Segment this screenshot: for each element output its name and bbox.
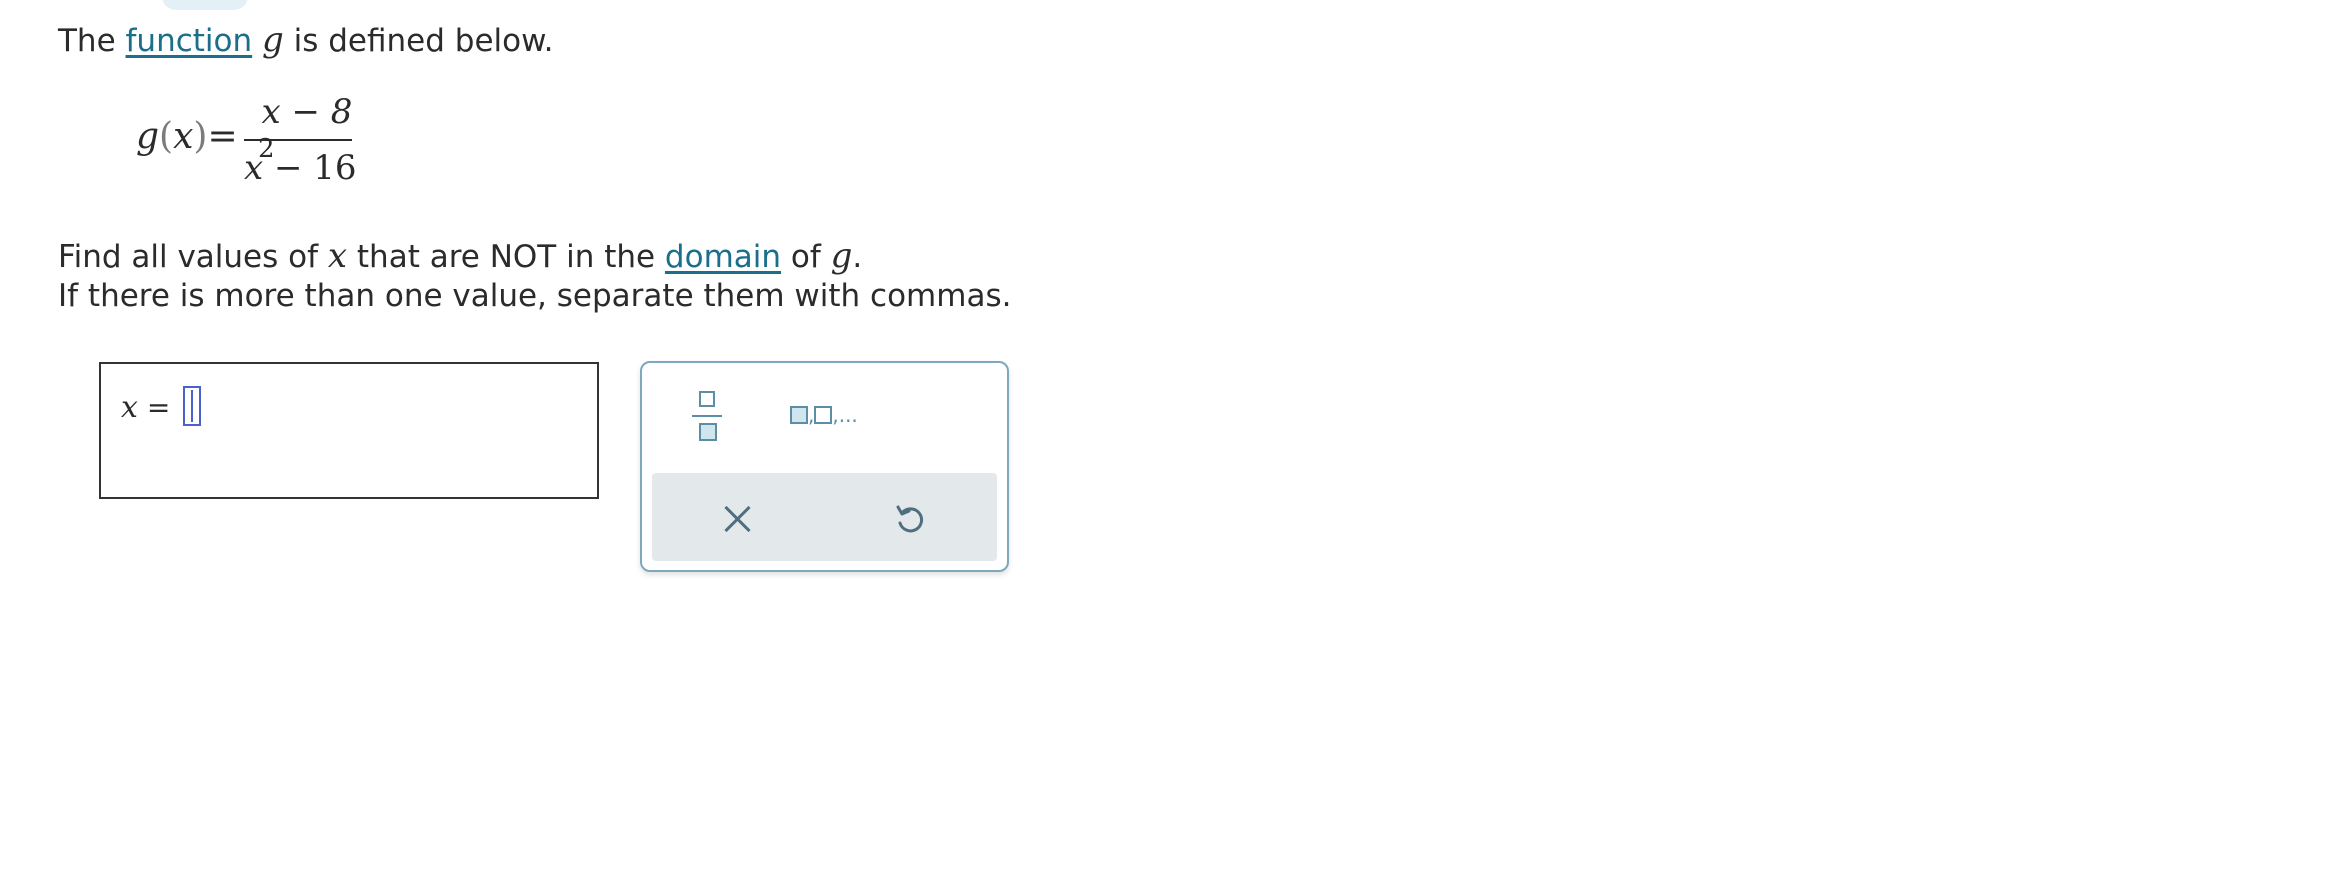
clear-button[interactable] — [720, 501, 754, 535]
question-sentence: Find all values of x that are NOT in the… — [58, 236, 862, 277]
top-tab[interactable] — [162, 0, 248, 10]
undo-icon — [896, 505, 924, 533]
undo-button[interactable] — [890, 499, 930, 539]
question-var2: g — [830, 236, 853, 276]
answer-input-box[interactable]: x = — [99, 362, 599, 499]
formula-numerator: x − 8 — [261, 92, 353, 132]
formula-lhs: g(x)= — [136, 116, 238, 157]
formula-close-paren: ) — [193, 116, 208, 157]
list-button[interactable]: ,,... — [790, 403, 870, 433]
math-keypad: ,,... — [640, 361, 1009, 572]
list-box-second — [814, 406, 833, 424]
formula-arg: x — [173, 116, 194, 157]
question-of: of — [781, 239, 831, 275]
question-prefix: Find all values of — [58, 239, 328, 275]
formula-fn-name: g — [136, 116, 160, 157]
formula-open-paren: ( — [159, 116, 174, 157]
function-link[interactable]: function — [126, 23, 253, 59]
fraction-line — [692, 415, 722, 417]
formula-denominator: x2 − 16 — [244, 134, 357, 188]
fraction-numerator-box — [699, 391, 715, 407]
fraction-button[interactable] — [690, 391, 724, 447]
answer-equals: = — [146, 391, 171, 424]
answer-input-cursor[interactable] — [183, 386, 201, 426]
den-rest: − 16 — [263, 148, 357, 188]
intro-sentence: The function g is defined below. — [58, 20, 553, 61]
keypad-action-bar — [652, 473, 997, 561]
intro-suffix: is defined below. — [283, 23, 554, 59]
fraction-denominator-box — [699, 423, 717, 441]
question-var: x — [327, 236, 348, 276]
den-exponent: 2 — [258, 134, 275, 164]
list-ellipsis: ,... — [832, 403, 858, 427]
domain-link[interactable]: domain — [665, 239, 781, 275]
function-formula: g(x)= x − 8 x2 − 16 — [136, 92, 416, 202]
list-icon: ,,... — [790, 403, 858, 427]
question-middle: that are NOT in the — [347, 239, 665, 275]
intro-var: g — [262, 20, 284, 60]
intro-prefix: The — [58, 23, 126, 59]
answer-var: x — [121, 390, 138, 425]
question-end: . — [852, 239, 863, 275]
list-box-first — [790, 406, 808, 424]
answer-label: x = — [121, 390, 170, 425]
formula-equals: = — [207, 116, 238, 157]
instruction-text: If there is more than one value, separat… — [58, 278, 1012, 314]
